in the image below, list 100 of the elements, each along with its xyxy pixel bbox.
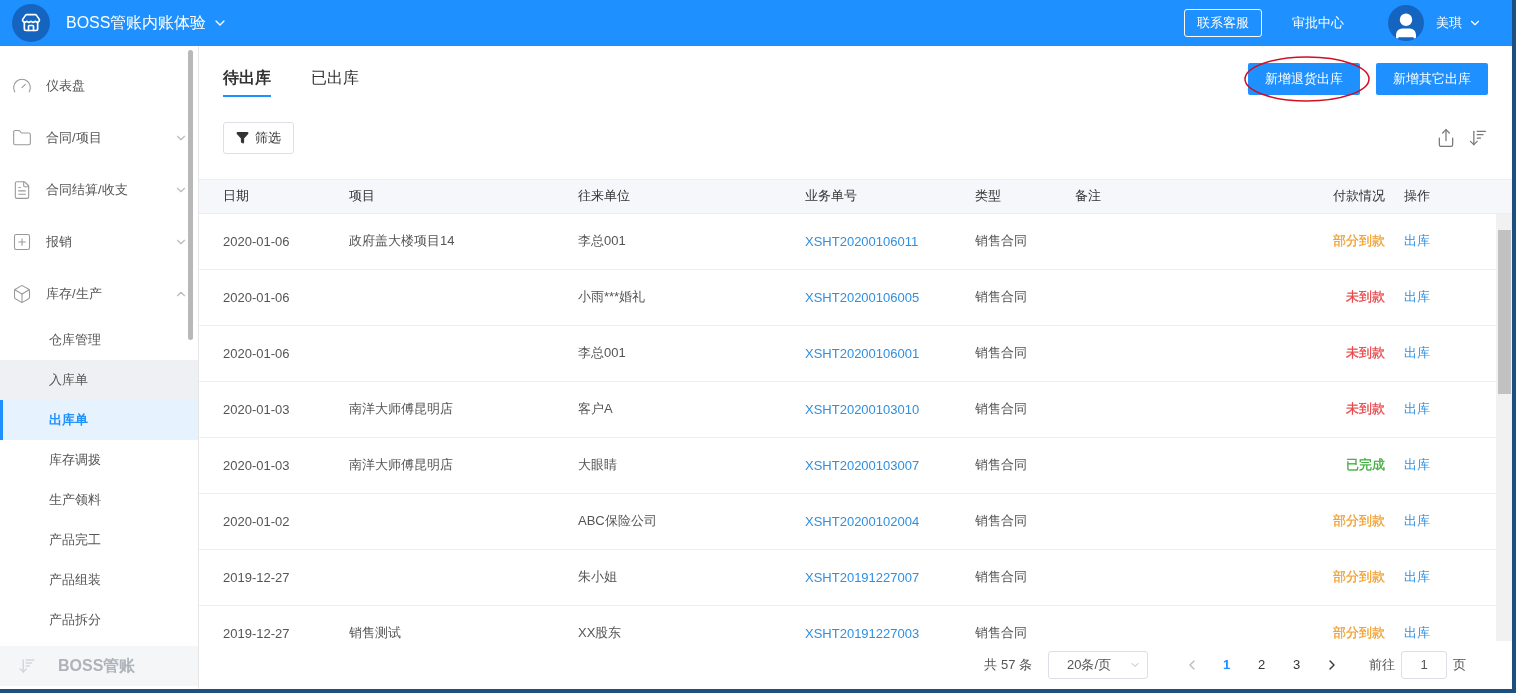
column-header: 日期: [223, 187, 250, 206]
table-cell-text: 李总001: [578, 232, 627, 251]
avatar-icon[interactable]: [1388, 5, 1424, 41]
table-cell-text: 大眼睛: [578, 456, 618, 475]
scrollbar[interactable]: [1496, 213, 1512, 641]
filter-icon: [236, 131, 249, 144]
page-number[interactable]: 3: [1279, 657, 1314, 673]
folder-icon: [12, 128, 32, 148]
page-number[interactable]: 2: [1244, 657, 1279, 673]
table-cell-text: 销售合同: [975, 232, 1028, 251]
payment-status: 部分到款: [1332, 512, 1385, 531]
outbound-link[interactable]: 出库: [1404, 344, 1495, 363]
order-number-link[interactable]: XSHT20191227007: [805, 569, 975, 585]
table-cell-text: XX股东: [578, 624, 623, 641]
outbound-link[interactable]: 出库: [1404, 456, 1495, 475]
payment-status: 未到款: [1345, 400, 1385, 419]
table-cell-text: 2020-01-03: [223, 457, 291, 473]
order-number-link[interactable]: XSHT20200103007: [805, 457, 975, 473]
approval-link[interactable]: 审批中心: [1292, 14, 1344, 32]
table-cell-text: 2020-01-06: [223, 345, 291, 361]
company-title[interactable]: BOSS管账内账体验: [66, 12, 207, 34]
table-cell-text: 2020-01-02: [223, 513, 291, 529]
table-cell-text: 朱小姐: [578, 568, 618, 587]
sidebar-subitem[interactable]: 库存调拨: [0, 440, 198, 480]
sidebar-footer[interactable]: BOSS管账: [0, 646, 198, 686]
outbound-link[interactable]: 出库: [1404, 400, 1495, 419]
table-cell-text: 2020-01-06: [223, 289, 291, 305]
filter-button[interactable]: 筛选: [223, 121, 294, 154]
outbound-link[interactable]: 出库: [1404, 288, 1495, 307]
payment-status: 部分到款: [1332, 568, 1385, 587]
export-icon[interactable]: [1436, 127, 1456, 148]
table-cell-text: 销售合同: [975, 512, 1028, 531]
document-icon: [12, 180, 32, 200]
order-number-link[interactable]: XSHT20200103010: [805, 401, 975, 417]
sidebar-subitem[interactable]: 仓库管理: [0, 320, 198, 360]
table-cell-text: ABC保险公司: [578, 512, 658, 531]
column-header: 类型: [975, 187, 1002, 206]
total-count: 共 57 条: [984, 655, 1032, 674]
table-cell-text: 销售合同: [975, 456, 1028, 475]
payment-status: 已完成: [1345, 456, 1385, 475]
payment-status: 部分到款: [1332, 232, 1385, 251]
footer-label: BOSS管账: [58, 655, 136, 676]
table-cell-text: 销售测试: [349, 624, 402, 641]
table-cell-text: 2020-01-06: [223, 233, 291, 249]
order-number-link[interactable]: XSHT20191227003: [805, 625, 975, 641]
table-cell-text: 2020-01-03: [223, 401, 291, 417]
page-size-select[interactable]: 20条/页: [1048, 650, 1148, 679]
sidebar-item[interactable]: 报销: [0, 216, 198, 268]
column-header: 项目: [349, 187, 376, 206]
sidebar-item[interactable]: 仪表盘: [0, 60, 198, 112]
column-header: 操作: [1404, 187, 1431, 206]
sidebar-subitem[interactable]: 产品组装: [0, 560, 198, 600]
table-cell-text: 销售合同: [975, 344, 1028, 363]
sidebar-subitem[interactable]: 出库单: [0, 400, 198, 440]
order-number-link[interactable]: XSHT20200106005: [805, 289, 975, 305]
goto-label: 前往: [1369, 655, 1395, 674]
user-name[interactable]: 美琪: [1436, 14, 1462, 32]
add-button[interactable]: 新增其它出库: [1376, 63, 1488, 95]
tab[interactable]: 待出库: [223, 61, 271, 97]
sidebar-item[interactable]: 合同/项目: [0, 112, 198, 164]
page-unit: 页: [1453, 655, 1466, 674]
outbound-link[interactable]: 出库: [1404, 232, 1495, 251]
table-cell-text: 销售合同: [975, 568, 1028, 587]
table-cell-text: 销售合同: [975, 288, 1028, 307]
sidebar-subitem[interactable]: 生产领料: [0, 480, 198, 520]
table-cell-text: 2019-12-27: [223, 569, 291, 585]
sidebar-item[interactable]: 合同结算/收支: [0, 164, 198, 216]
column-header: 备注: [1075, 187, 1102, 206]
table-cell-text: 小雨***婚礼: [578, 288, 647, 307]
tab[interactable]: 已出库: [311, 61, 359, 97]
table-cell-text: 政府盖大楼项目14: [349, 232, 456, 251]
order-number-link[interactable]: XSHT20200106001: [805, 345, 975, 361]
sidebar-subitem[interactable]: 产品拆分: [0, 600, 198, 640]
add-button[interactable]: 新增退货出库: [1248, 63, 1360, 95]
outbound-link[interactable]: 出库: [1404, 512, 1495, 531]
sidebar-item[interactable]: 库存/生产: [0, 268, 198, 320]
contact-button[interactable]: 联系客服: [1184, 9, 1262, 37]
payment-status: 未到款: [1345, 344, 1385, 363]
page-number[interactable]: 1: [1209, 657, 1244, 673]
page-input[interactable]: 1: [1401, 650, 1447, 679]
payment-status: 部分到款: [1332, 624, 1385, 641]
table-cell-text: 销售合同: [975, 400, 1028, 419]
scrollbar[interactable]: [188, 50, 193, 340]
logo-icon: [12, 4, 50, 42]
column-header: 业务单号: [805, 187, 858, 206]
table-cell-text: 南洋大师傅昆明店: [349, 456, 454, 475]
table-cell-text: 客户A: [578, 400, 614, 419]
outbound-link[interactable]: 出库: [1404, 568, 1495, 587]
table-cell-text: 销售合同: [975, 624, 1028, 641]
sidebar-subitem[interactable]: 产品完工: [0, 520, 198, 560]
table-cell-text: 南洋大师傅昆明店: [349, 400, 454, 419]
outbound-link[interactable]: 出库: [1404, 624, 1495, 641]
order-number-link[interactable]: XSHT20200106011: [805, 233, 975, 249]
payment-status: 未到款: [1345, 288, 1385, 307]
column-header: 往来单位: [578, 187, 631, 206]
column-header: 付款情况: [1332, 187, 1385, 206]
order-number-link[interactable]: XSHT20200102004: [805, 513, 975, 529]
cube-icon: [12, 284, 32, 304]
sidebar-subitem[interactable]: 入库单: [0, 360, 198, 400]
table-cell-text: 李总001: [578, 344, 627, 363]
